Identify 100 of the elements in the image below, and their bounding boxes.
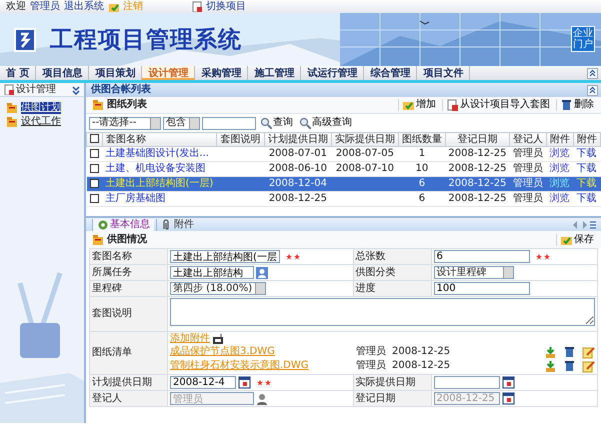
- sidebar-item[interactable]: 设代工作: [21, 116, 61, 128]
- table-cell: 管理员: [513, 148, 543, 159]
- view-link[interactable]: 浏览: [550, 148, 570, 159]
- table-cell: 2008-12-25: [448, 193, 506, 204]
- scroll-icon[interactable]: [587, 68, 598, 79]
- table-cell: 2008-07-05: [336, 148, 394, 159]
- save-button[interactable]: 保存: [556, 234, 597, 246]
- table-row[interactable]: 土建出上部结构图(一层) 2008-12-04 6 2008-12-25 管理员 浏览 下载: [86, 176, 600, 192]
- column-header: 登记日期: [445, 132, 510, 146]
- calendar-icon[interactable]: [238, 376, 251, 389]
- table-cell: 2008-12-25: [268, 193, 327, 204]
- add-button[interactable]: 增加: [398, 99, 439, 111]
- checkbox[interactable]: [90, 148, 98, 158]
- person-icon[interactable]: [256, 392, 268, 404]
- column-header: 附件: [574, 132, 600, 146]
- table-cell: 2008-07-10: [336, 163, 394, 174]
- collapse-icon[interactable]: [71, 84, 81, 95]
- date-field[interactable]: [434, 376, 500, 389]
- nav-tab[interactable]: 采购管理: [195, 66, 248, 80]
- checkbox[interactable]: [90, 164, 98, 173]
- user-name: 管理员: [30, 0, 60, 12]
- input-field[interactable]: 6: [434, 250, 530, 263]
- nav-tab[interactable]: 试运行管理: [301, 66, 364, 80]
- input-field[interactable]: 100: [434, 282, 530, 295]
- exit-link[interactable]: 退出系统: [64, 0, 104, 12]
- greeting-text: 欢迎: [6, 0, 26, 12]
- select-field[interactable]: 第四步 (18.00%): [170, 282, 266, 295]
- column-header: 实际提供日期: [331, 132, 398, 146]
- import-button[interactable]: 从设计项目导入套图: [442, 99, 553, 111]
- nav-tab[interactable]: 项目文件: [417, 66, 470, 80]
- view-link[interactable]: 浏览: [550, 163, 570, 174]
- search-field[interactable]: [202, 116, 256, 130]
- table-cell: 10: [416, 163, 428, 174]
- table-cell: 2008-12-25: [448, 163, 506, 174]
- table-cell: 2008-12-25: [448, 148, 506, 159]
- table-row[interactable]: 主厂房基础图 2008-12-25 6 2008-12-25 管理员 浏览 下载: [86, 192, 600, 206]
- input-field[interactable]: 土建出上部结构: [170, 266, 254, 279]
- checkbox[interactable]: [90, 194, 98, 203]
- nav-arrows-icon[interactable]: [572, 220, 596, 230]
- folder-icon: [6, 102, 18, 114]
- nav-tab[interactable]: 设计管理: [142, 66, 196, 80]
- operator-select[interactable]: 包含: [163, 116, 200, 130]
- trash-icon[interactable]: [563, 346, 576, 358]
- folder-icon: [6, 116, 18, 128]
- nav-tab[interactable]: 首 页: [0, 66, 36, 80]
- field-label: 套图说明: [92, 308, 132, 319]
- download-link[interactable]: 下载: [576, 193, 596, 204]
- nav-tab[interactable]: 项目信息: [36, 66, 90, 80]
- input-field[interactable]: 土建出上部结构图(一层: [170, 250, 280, 263]
- text-area[interactable]: [170, 298, 595, 326]
- trash-icon[interactable]: [563, 360, 576, 372]
- field-select[interactable]: --请选择--: [89, 116, 161, 130]
- user-picker-icon[interactable]: [256, 266, 268, 278]
- field-label: 里程碑: [92, 282, 122, 294]
- delete-button[interactable]: 删除: [556, 99, 597, 111]
- portal-button[interactable]: 企业门户: [571, 26, 595, 52]
- download-link[interactable]: 下载: [576, 163, 596, 174]
- calendar-icon[interactable]: [502, 392, 515, 405]
- field-label: 进度: [356, 282, 376, 294]
- checkbox[interactable]: [90, 178, 98, 188]
- advanced-search-button[interactable]: 高级查询: [297, 117, 354, 129]
- date-text: 2008-12-25: [392, 346, 450, 358]
- logo-icon: [14, 28, 36, 52]
- table-cell: 2008-12-25: [448, 178, 506, 189]
- folder-icon: [92, 99, 104, 111]
- download-link[interactable]: 下载: [576, 148, 596, 159]
- drawing-name-link[interactable]: 土建、机电设备安装图: [106, 163, 206, 174]
- column-header: 套图名称: [102, 132, 216, 146]
- edit-icon[interactable]: [582, 360, 595, 372]
- nav-tab[interactable]: 综合管理: [364, 66, 418, 80]
- column-header: 图纸数量: [398, 132, 446, 146]
- field-label: 总张数: [356, 250, 386, 262]
- uploader-text: 管理员: [356, 346, 386, 358]
- table-row[interactable]: 土建基础图设计(发出... 2008-07-01 2008-07-05 1 2008-12-25 管理员 浏览 下载: [86, 146, 600, 162]
- table-cell: 管理员: [513, 178, 543, 189]
- drawing-name-link[interactable]: 主厂房基础图: [106, 193, 166, 204]
- field-label: 套图名称: [92, 250, 132, 262]
- tab[interactable]: 基本信息: [92, 218, 154, 230]
- drawing-name-link[interactable]: 土建基础图设计(发出...: [106, 148, 209, 159]
- collapse-icon[interactable]: [587, 84, 598, 96]
- field-label: 所属任务: [92, 266, 132, 278]
- table-cell: 1: [418, 148, 426, 159]
- calendar-icon[interactable]: [502, 376, 515, 389]
- column-header: 计划提供日期: [264, 132, 332, 146]
- nav-tab[interactable]: 施工管理: [248, 66, 302, 80]
- checkbox[interactable]: [90, 134, 99, 144]
- sidebar-item[interactable]: 供图计划: [21, 102, 61, 114]
- table-cell: 2008-12-04: [268, 178, 327, 189]
- download-icon[interactable]: [544, 346, 557, 358]
- view-link[interactable]: 浏览: [550, 193, 570, 204]
- switch-project-link[interactable]: 切换项目: [206, 0, 246, 12]
- download-icon[interactable]: [544, 360, 557, 372]
- field-label: 图纸清单: [92, 347, 132, 358]
- date-field[interactable]: 2008-12-4: [170, 376, 236, 389]
- sidebar-title: 设计管理: [16, 84, 57, 96]
- search-icon: [299, 117, 311, 129]
- search-button[interactable]: 查询: [258, 117, 295, 129]
- edit-icon[interactable]: [582, 346, 595, 358]
- table-cell: 2008-07-01: [268, 148, 327, 159]
- select-field[interactable]: 设计里程碑: [434, 266, 514, 279]
